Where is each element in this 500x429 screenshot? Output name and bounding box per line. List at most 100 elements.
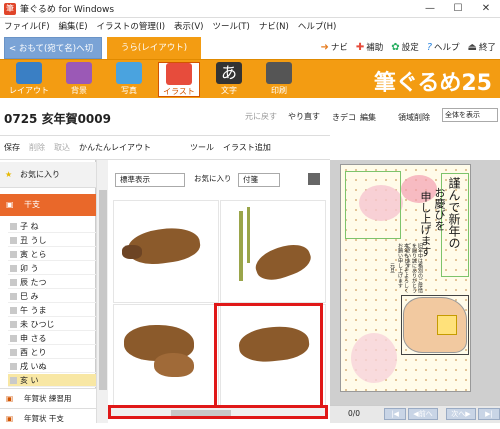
redo-button[interactable]: やり直す [288, 111, 320, 122]
illust-icon [166, 63, 192, 85]
illust-thumb[interactable] [113, 200, 219, 303]
scroll-thumb[interactable] [171, 410, 231, 416]
edit-button[interactable]: 編集 [360, 112, 376, 123]
list-item[interactable]: 戌 いぬ [8, 360, 96, 373]
ribbon-print-label: 印刷 [271, 86, 287, 95]
bamboo-illust [247, 207, 250, 263]
list-item[interactable]: 辰 たつ [8, 276, 96, 289]
menu-illust-manage[interactable]: イラストの管理(I) [97, 20, 165, 32]
navi-icon: ➜ [320, 41, 329, 53]
date-text[interactable]: 元旦 [389, 263, 395, 277]
view-select[interactable]: 標準表示 [115, 173, 185, 187]
first-page-button[interactable]: |◀ [384, 408, 406, 420]
sticky-filter[interactable]: 付箋 [238, 173, 280, 187]
category-eto-more[interactable]: ▣ 年賀状 干支 [0, 408, 96, 428]
navi-label: ナビ [330, 43, 348, 53]
menu-navi[interactable]: ナビ(N) [259, 20, 289, 32]
deco-button[interactable]: きデコ [332, 112, 356, 123]
list-item-selected[interactable]: 亥 い [8, 374, 96, 387]
background-icon [66, 62, 92, 84]
add-illust-button[interactable]: イラスト追加 [223, 142, 271, 153]
preview-toolbar: きデコ 編集 領域削除 全体を表示 [330, 98, 500, 160]
document-title: 0725 亥年賀0009 [4, 112, 111, 126]
help-link[interactable]: ? ヘルプ [426, 41, 460, 54]
ribbon-layout-label: レイアウト [9, 86, 49, 95]
selection-frame [401, 295, 469, 355]
ribbon-photo-label: 写真 [121, 86, 137, 95]
ribbon-illust[interactable]: イラスト [158, 62, 200, 97]
list-item[interactable]: 巳 み [8, 290, 96, 303]
tools-button[interactable]: ツール [190, 142, 214, 153]
greeting-text[interactable]: お慶びを [433, 187, 446, 247]
grid-view-icon[interactable] [308, 173, 320, 185]
exit-link[interactable]: ⏏ 終了 [468, 41, 496, 54]
category-practice[interactable]: ▣ 年賀状 練習用 [0, 388, 96, 408]
settings-link[interactable]: ✿ 設定 [391, 41, 418, 54]
assist-icon: ✚ [355, 41, 365, 53]
list-item[interactable]: 未 ひつじ [8, 318, 96, 331]
category-eto[interactable]: ▣ 干支 [0, 194, 96, 216]
illust-thumb[interactable] [220, 200, 326, 303]
assist-label: 補助 [366, 43, 384, 53]
list-item[interactable]: 申 さる [8, 332, 96, 345]
gallery-hscrollbar[interactable] [108, 405, 328, 419]
boar-illust [154, 353, 194, 377]
postcard: 謹んで新年の お慶びを 申し上げます 旧年中は格別のご厚情を賜り誠にありがとうご… [340, 164, 471, 392]
ribbon-photo[interactable]: 写真 [108, 62, 150, 97]
delete-button[interactable]: 削除 [29, 142, 45, 153]
assist-link[interactable]: ✚ 補助 [355, 41, 384, 54]
boar-illust [251, 238, 315, 286]
help-label: ヘルプ [434, 43, 460, 53]
menu-help[interactable]: ヘルプ(H) [298, 20, 337, 32]
list-item[interactable]: 卯 う [8, 262, 96, 275]
list-item[interactable]: 午 うま [8, 304, 96, 317]
exit-label: 終了 [478, 43, 496, 53]
list-item[interactable]: 子 ね [8, 220, 96, 233]
list-item[interactable]: 丑 うし [8, 234, 96, 247]
next-label: 次へ [451, 410, 466, 418]
menu-edit[interactable]: 編集(E) [59, 20, 88, 32]
favorites-filter[interactable]: お気に入り [190, 173, 235, 187]
help-icon: ? [426, 41, 433, 53]
bamboo-illust [239, 211, 243, 281]
ribbon-print[interactable]: 印刷 [258, 62, 300, 97]
sidebar-scrollbar[interactable] [96, 160, 108, 423]
import-button[interactable]: 取込 [54, 142, 70, 153]
ribbon-background[interactable]: 背景 [58, 62, 100, 97]
text-frame [345, 171, 401, 239]
last-page-button[interactable]: ▶| [478, 408, 500, 420]
menu-file[interactable]: ファイル(F) [4, 20, 50, 32]
ribbon-background-label: 背景 [71, 86, 87, 95]
folder-icon: ▣ [6, 394, 14, 403]
scroll-thumb[interactable] [99, 190, 107, 390]
undo-button[interactable]: 元に戻す [245, 111, 277, 122]
category-practice-label: 年賀状 練習用 [24, 394, 72, 403]
ribbon-layout[interactable]: レイアウト [8, 62, 50, 97]
save-button[interactable]: 保存 [4, 142, 20, 153]
switch-to-address-button[interactable]: < おもて(宛て名)へ切替 [4, 37, 102, 76]
next-page-button[interactable]: 次へ▶ [446, 408, 476, 420]
navi-link[interactable]: ➜ ナビ [320, 41, 348, 54]
maximize-button[interactable]: ☐ [444, 0, 472, 18]
favorites-label: お気に入り [20, 170, 60, 179]
list-item[interactable]: 寅 とら [8, 248, 96, 261]
favorites-item[interactable]: ★ お気に入り [0, 162, 96, 188]
close-button[interactable]: ✕ [472, 0, 500, 18]
settings-icon: ✿ [391, 41, 400, 53]
card-preview-area: 謹んで新年の お慶びを 申し上げます 旧年中は格別のご厚情を賜り誠にありがとうご… [330, 160, 500, 423]
greeting-text[interactable]: 謹んで新年の [447, 177, 461, 273]
zoom-select[interactable]: 全体を表示 [442, 108, 498, 122]
message-text[interactable]: 本年もどうぞよろしくお願い申し上げます [397, 243, 409, 293]
menu-view[interactable]: 表示(V) [174, 20, 203, 32]
prev-page-button[interactable]: ◀前へ [408, 408, 438, 420]
mode-bar: < おもて(宛て名)へ切替 うら(レイアウト) ➜ナビ ✚補助 ✿設定 ?ヘルプ… [0, 33, 500, 76]
illust-thumb[interactable] [113, 304, 219, 407]
region-delete-button[interactable]: 領域削除 [398, 112, 430, 123]
ribbon-text[interactable]: あ文字 [208, 62, 250, 97]
layout-mode-tab[interactable]: うら(レイアウト) [107, 37, 201, 59]
menu-tools[interactable]: ツール(T) [212, 20, 249, 32]
list-item[interactable]: 酉 とり [8, 346, 96, 359]
print-icon [266, 62, 292, 84]
minimize-button[interactable]: — [416, 0, 444, 18]
easy-layout-button[interactable]: かんたんレイアウト [79, 142, 151, 153]
